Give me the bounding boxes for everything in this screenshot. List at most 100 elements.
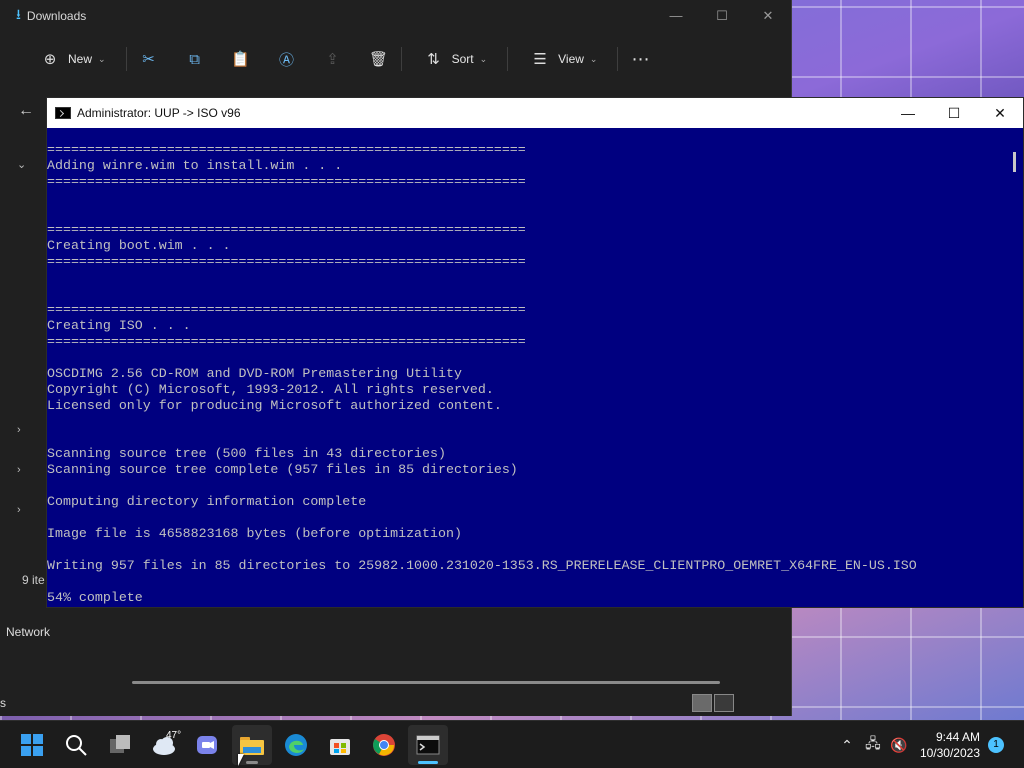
console-line: Scanning source tree complete (957 files… [47,462,518,477]
task-view-button[interactable] [100,725,140,765]
explorer-nav-pane: ⌄ › › › [0,140,46,610]
tiles-view-icon[interactable] [714,694,734,712]
explorer-title: Downloads [26,9,87,23]
task-view-icon [110,735,130,753]
store-icon [330,739,350,755]
console-scrollbar[interactable] [1007,128,1023,607]
command-prompt-button[interactable] [408,725,448,765]
teams-chat-button[interactable] [188,725,228,765]
chrome-button[interactable] [364,725,404,765]
notification-badge[interactable]: 1 [988,737,1004,753]
cmd-icon [55,107,71,119]
close-icon[interactable]: ✕ [977,98,1023,128]
console-title: Administrator: UUP -> ISO v96 [77,106,241,120]
item-count-status: 9 ite [22,573,45,587]
maximize-icon[interactable]: ☐ [931,98,977,128]
console-line: Writing 957 files in 85 directories to 2… [47,558,917,573]
chevron-down-icon: ⌄ [589,53,598,64]
console-line: ========================================… [47,334,526,349]
console-line: Creating boot.wim . . . [47,238,231,253]
delete-icon[interactable]: 🗑 [367,47,391,71]
volume-muted-icon[interactable]: 🔇 [886,737,912,754]
explorer-window-controls: — ☐ ✕ [653,0,791,32]
close-icon[interactable]: ✕ [745,0,791,32]
clock-date: 10/30/2023 [919,746,980,760]
store-button[interactable] [320,725,360,765]
toolbar-divider [125,47,127,71]
more-options-icon[interactable]: ⋯ [628,47,652,71]
maximize-icon[interactable]: ☐ [699,0,745,32]
console-line: ========================================… [47,254,526,269]
console-output[interactable]: ========================================… [47,128,1009,607]
running-indicator [418,761,438,764]
horizontal-scrollbar[interactable] [132,681,720,684]
chevron-down-icon: ⌄ [98,53,106,64]
rename-icon[interactable]: Ⓐ [275,47,299,71]
view-button[interactable]: ☰ View ⌄ [518,43,607,75]
new-button[interactable]: ⊕ New ⌄ [28,43,116,75]
system-tray: ⌃ 🖧 🔇 9:44 AM 10/30/2023 1 [834,721,1024,768]
minimize-icon[interactable]: — [653,0,699,32]
explorer-toolbar: ⊕ New ⌄ ✂ ⧉ 📋 Ⓐ ⇪ 🗑 ⇅ Sort ⌄ ☰ View ⌄ ⋯ [0,40,791,78]
edge-button[interactable] [276,725,316,765]
console-titlebar[interactable]: Administrator: UUP -> ISO v96 [47,98,1023,128]
console-line: ========================================… [47,222,526,237]
start-button[interactable] [12,725,52,765]
chat-icon [197,736,217,754]
nav-item-network[interactable]: Network [6,625,50,639]
details-view-icon[interactable] [692,694,712,712]
toolbar-divider [400,47,402,71]
sort-label: Sort [451,52,474,66]
sort-icon: ⇅ [427,51,440,68]
console-line: Image file is 4658823168 bytes (before o… [47,526,462,541]
console-window[interactable]: Administrator: UUP -> ISO v96 — ☐ ✕ ====… [46,97,1024,608]
search-button[interactable] [56,725,96,765]
console-window-controls: — ☐ ✕ [885,98,1023,128]
toolbar-divider [617,47,619,71]
chevron-right-icon[interactable]: › [17,424,21,436]
chevron-right-icon[interactable]: › [17,464,21,476]
status-text: s [0,696,6,710]
running-indicator [246,761,258,764]
console-line: Scanning source tree (500 files in 43 di… [47,446,446,461]
chevron-up-icon[interactable]: ⌃ [834,737,860,754]
console-line: Licensed only for producing Microsoft au… [47,398,502,413]
share-icon[interactable]: ⇪ [321,47,345,71]
weather-temp: 47° [166,730,182,741]
view-label: View [558,52,584,66]
sort-button[interactable]: ⇅ Sort ⌄ [412,43,498,75]
chrome-icon [373,734,395,756]
windows-logo-icon [21,734,43,756]
folder-icon [240,737,264,755]
taskbar: 47° ⌃ 🖧 🔇 9:44 AM 10/30/2023 1 [0,720,1024,768]
console-line: Adding winre.wim to install.wim . . . [47,158,343,173]
clock[interactable]: 9:44 AM 10/30/2023 [920,729,980,761]
terminal-icon [416,735,440,755]
network-icon[interactable]: 🖧 [860,733,886,757]
chevron-down-icon: ⌄ [479,53,488,64]
minimize-icon[interactable]: — [885,98,931,128]
console-line: Copyright (C) Microsoft, 1993-2012. All … [47,382,494,397]
search-icon [66,735,87,756]
chevron-right-icon[interactable]: › [17,504,21,516]
console-line: ========================================… [47,174,526,189]
copy-icon[interactable]: ⧉ [183,47,207,71]
view-toggle [692,694,734,712]
back-arrow-icon[interactable]: ← [18,102,34,120]
cut-icon[interactable]: ✂ [137,47,161,71]
console-line: Creating ISO . . . [47,318,191,333]
paste-icon[interactable]: 📋 [229,47,253,71]
scrollbar-thumb[interactable] [1013,152,1016,172]
chevron-down-icon[interactable]: ⌄ [17,158,26,171]
mouse-cursor-icon [238,754,244,766]
